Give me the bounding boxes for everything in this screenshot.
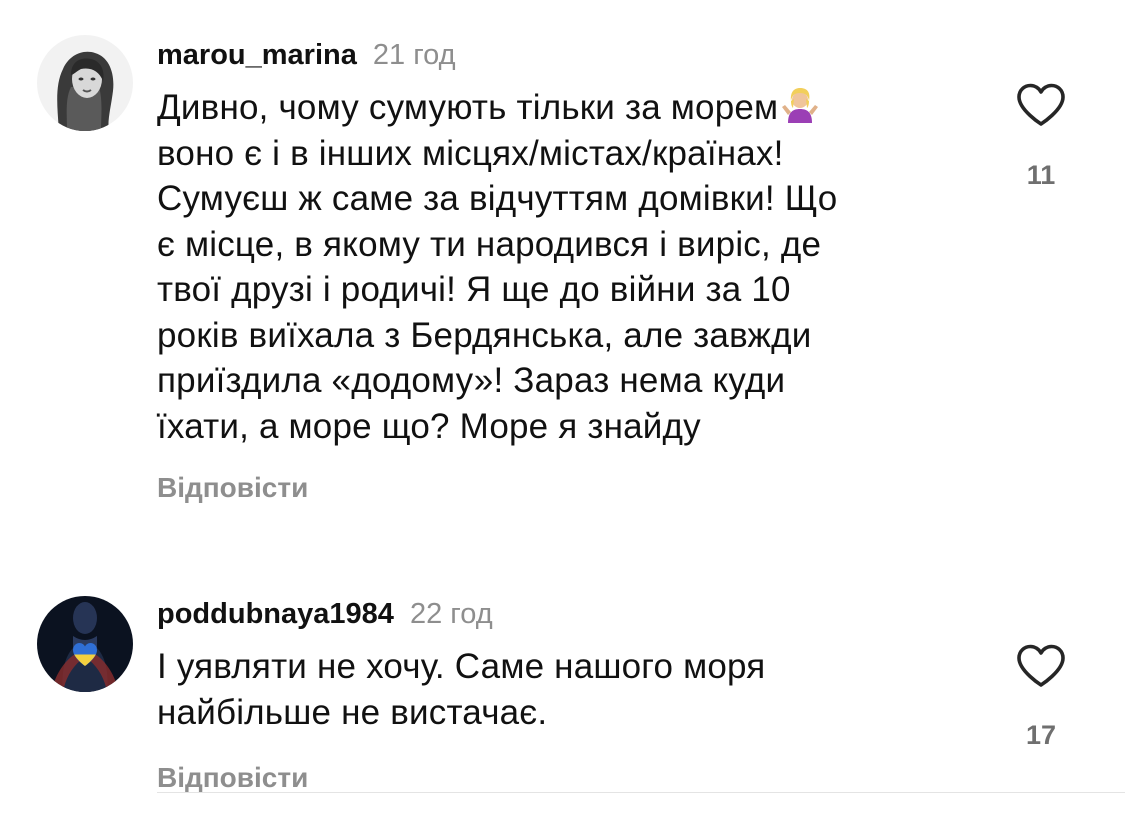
username[interactable]: poddubnaya1984 bbox=[157, 598, 394, 630]
comment-line-text: Дивно, чому сумують тільки за морем bbox=[157, 88, 779, 127]
like-button[interactable] bbox=[1013, 643, 1069, 689]
comment-text: Дивно, чому сумують тільки за морем воно… bbox=[157, 85, 957, 449]
comment-line: найбільше не вистачає. bbox=[157, 692, 548, 732]
comment-line: Сумуєш ж саме за відчуттям домівки! Що bbox=[157, 179, 838, 218]
heart-icon bbox=[1017, 83, 1065, 126]
divider bbox=[157, 792, 1125, 793]
heart-flag-avatar-icon bbox=[37, 596, 133, 692]
timestamp[interactable]: 21 год bbox=[373, 39, 456, 71]
comment-text: І уявляти не хочу. Саме нашого моря найб… bbox=[157, 644, 957, 735]
like-count: 17 bbox=[1025, 720, 1057, 750]
timestamp[interactable]: 22 год bbox=[410, 598, 493, 630]
comment-line: їхати, а море що? Море я знайду bbox=[157, 406, 701, 446]
like-button[interactable] bbox=[1013, 82, 1069, 128]
reply-button[interactable]: Відповісти bbox=[157, 762, 308, 794]
avatar[interactable] bbox=[37, 35, 133, 131]
person-shrugging-emoji-icon bbox=[780, 85, 820, 125]
woman-portrait-avatar-icon bbox=[37, 35, 133, 131]
comment-meta: marou_marina 21 год bbox=[157, 37, 957, 73]
comment-meta: poddubnaya1984 22 год bbox=[157, 596, 957, 632]
like-count: 11 bbox=[1026, 160, 1056, 190]
comment-line: років виїхала з Бердянська, але завжди bbox=[157, 315, 812, 355]
comment-line: є місце, в якому ти народився і виріс, д… bbox=[157, 224, 822, 264]
avatar[interactable] bbox=[37, 596, 133, 692]
username[interactable]: marou_marina bbox=[157, 39, 357, 71]
heart-icon bbox=[1017, 644, 1065, 687]
reply-button[interactable]: Відповісти bbox=[157, 472, 308, 504]
comment-line: твої друзі і родичі! Я ще до війни за 10 bbox=[157, 270, 791, 309]
comment-line: приїздила «додому»! Зараз нема куди bbox=[157, 361, 786, 400]
comment-line: Дивно, чому сумують тільки за морем bbox=[157, 85, 957, 131]
comment-line: І уявляти не хочу. Саме нашого моря bbox=[157, 647, 766, 686]
comment-line: воно є і в інших місцях/містах/країнах! bbox=[157, 133, 784, 173]
